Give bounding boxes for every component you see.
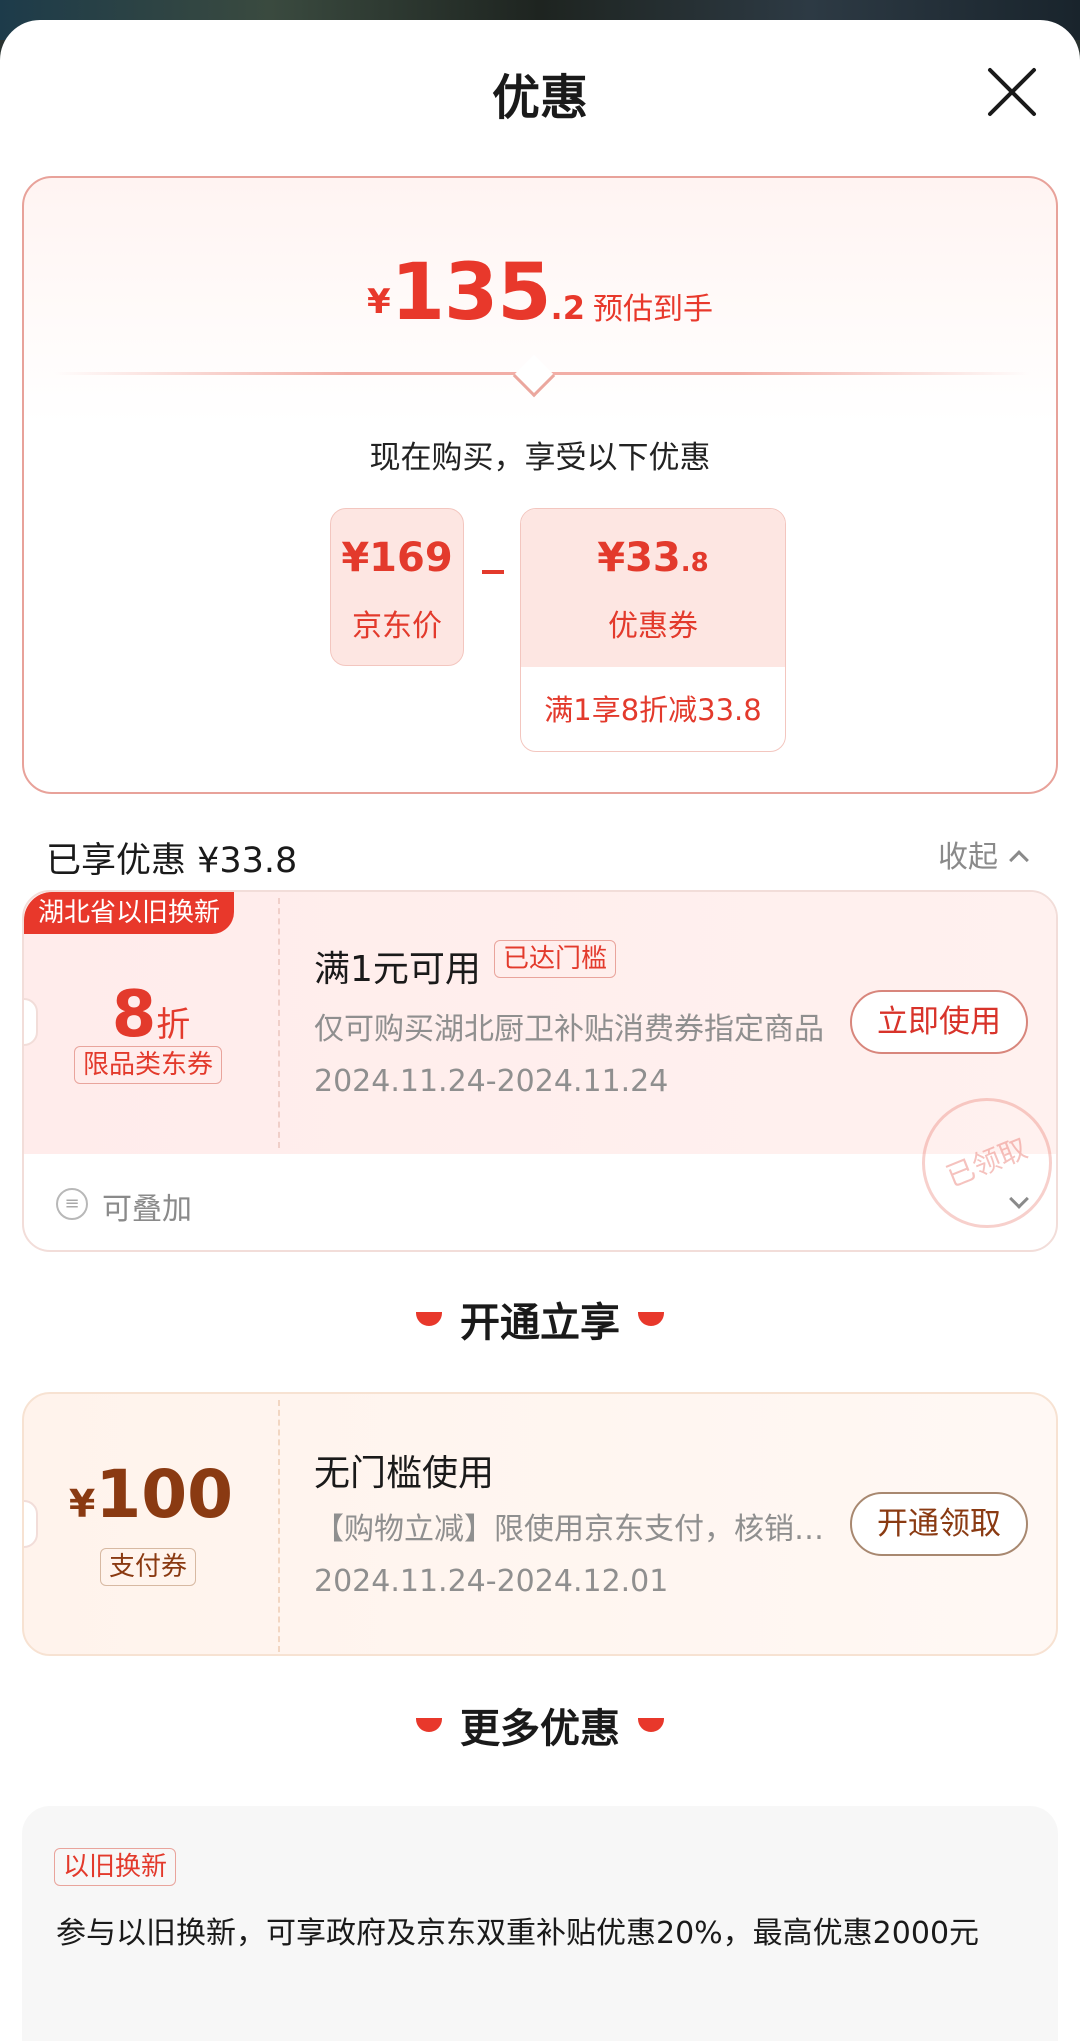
trade-in-description: 参与以旧换新，可享政府及京东双重补贴优惠20%，最高优惠2000元 <box>56 1916 980 1951</box>
enjoy-text: 现在购买，享受以下优惠 <box>369 440 711 476</box>
section-more-title: 更多优惠 <box>460 1706 620 1752</box>
chevron-up-icon <box>1009 850 1029 870</box>
coupon-discount-box: ¥33.8 优惠券 满1享8折减33.8 <box>520 508 786 752</box>
divider-notch <box>512 354 556 398</box>
coupon-description: 仅可购买湖北厨卫补贴消费券指定商品 <box>314 1012 824 1047</box>
coupon-amount-decimal: .8 <box>680 548 709 578</box>
coupon-card-discount: 湖北省以旧换新 8折 限品类东券 满1元可用 已达门槛 仅可购买湖北厨卫补贴消费… <box>22 890 1058 1252</box>
coupon-amount-main: ¥33 <box>597 535 681 581</box>
smile-right-icon <box>638 1312 664 1326</box>
price-summary-card: ¥135.2 预估到手 现在购买，享受以下优惠 ¥169 京东价 ¥33.8 优惠… <box>22 176 1058 794</box>
section-open-title: 开通立享 <box>460 1300 620 1346</box>
sheet-title: 优惠 <box>491 70 588 126</box>
trade-in-tag: 以旧换新 <box>54 1848 177 1886</box>
coupon-discount-top: ¥33.8 优惠券 <box>521 509 785 667</box>
coupon-discount-rule: 满1享8折减33.8 <box>544 693 762 727</box>
use-now-button[interactable]: 立即使用 <box>850 990 1028 1054</box>
discount-unit: 折 <box>156 1005 191 1045</box>
estimated-price-integer: 135 <box>390 248 552 338</box>
stackable-row[interactable]: ≡ 可叠加 <box>24 1154 1056 1250</box>
jd-price-box: ¥169 京东价 <box>330 508 464 666</box>
section-more-header: 更多优惠 <box>0 1696 1080 1754</box>
coupon-discount-amount: ¥33.8 <box>521 535 785 581</box>
collapse-label: 收起 <box>938 840 998 875</box>
stack-icon: ≡ <box>56 1188 88 1220</box>
coupon-description: 【购物立减】限使用京东支付，核销后立减 <box>314 1512 834 1547</box>
smile-left-icon <box>416 1312 442 1326</box>
estimated-price-currency: ¥ <box>367 282 391 322</box>
stackable-label: 可叠加 <box>102 1192 192 1227</box>
estimated-price: ¥135.2 预估到手 <box>24 248 1056 338</box>
threshold-reached-tag: 已达门槛 <box>494 940 617 978</box>
coupon-title: 无门槛使用 <box>314 1453 495 1494</box>
estimated-price-decimal: .2 <box>550 289 585 327</box>
coupon-dashed-divider <box>278 1400 280 1652</box>
coupon-card-payment: ¥100 支付券 无门槛使用 【购物立减】限使用京东支付，核销后立减 2024.… <box>22 1392 1058 1656</box>
payment-coupon-amount: 100 <box>95 1456 234 1533</box>
coupon-discount-label: 优惠券 <box>608 609 698 644</box>
payment-coupon-tag: 支付券 <box>100 1548 197 1586</box>
category-tag: 限品类东券 <box>74 1046 223 1084</box>
jd-price-amount: ¥169 <box>341 535 453 581</box>
enjoyed-discount-title: 已享优惠 ¥33.8 <box>46 841 298 881</box>
discount-sheet: 优惠 ¥135.2 预估到手 现在购买，享受以下优惠 ¥169 京东价 ¥33.8… <box>0 20 1080 2041</box>
section-open-header: 开通立享 <box>0 1290 1080 1348</box>
close-icon[interactable] <box>984 64 1040 120</box>
coupon-date: 2024.11.24-2024.11.24 <box>314 1064 669 1099</box>
chevron-down-icon[interactable] <box>1009 1189 1029 1209</box>
smile-left-icon <box>416 1718 442 1732</box>
collapse-toggle[interactable]: 收起 <box>938 832 1029 876</box>
minus-sign <box>482 570 504 574</box>
payment-coupon-value: ¥100 <box>24 1456 278 1533</box>
more-offers-card[interactable]: 以旧换新 参与以旧换新，可享政府及京东双重补贴优惠20%，最高优惠2000元 <box>22 1806 1058 2041</box>
discount-number: 8 <box>111 978 157 1052</box>
coupon-title: 满1元可用 <box>314 949 481 990</box>
discount-value: 8折 <box>24 978 278 1052</box>
activate-claim-button[interactable]: 开通领取 <box>850 1492 1028 1556</box>
smile-right-icon <box>638 1718 664 1732</box>
jd-price-label: 京东价 <box>352 609 442 644</box>
coupon-dashed-divider <box>278 898 280 1148</box>
payment-coupon-currency: ¥ <box>68 1482 96 1526</box>
coupon-date: 2024.11.24-2024.12.01 <box>314 1564 669 1599</box>
region-tag: 湖北省以旧换新 <box>24 892 235 934</box>
estimated-price-label: 预估到手 <box>592 292 713 327</box>
